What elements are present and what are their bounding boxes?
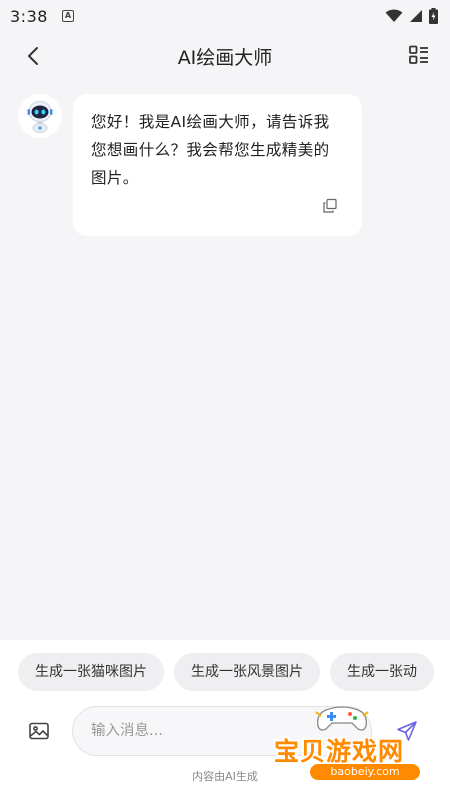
robot-icon — [18, 94, 62, 138]
wifi-icon — [385, 9, 403, 22]
suggestion-chips: 生成一张猫咪图片 生成一张风景图片 生成一张动 — [18, 653, 434, 691]
list-menu-icon — [409, 45, 428, 64]
notification-icon: A — [61, 10, 74, 22]
page-title: AI绘画大师 — [177, 46, 273, 69]
message-input[interactable] — [72, 706, 372, 756]
suggestion-chip-anime[interactable]: 生成一张动 — [330, 653, 434, 691]
assistant-avatar — [18, 94, 62, 138]
status-bar: 3:38 A — [0, 0, 450, 32]
send-button[interactable] — [396, 720, 418, 742]
message-text: 您好！我是AI绘画大师，请告诉我您想画什么？我会帮您生成精美的图片。 — [91, 113, 330, 187]
chevron-left-icon — [28, 47, 38, 65]
back-button[interactable] — [22, 44, 46, 68]
menu-button[interactable] — [408, 44, 430, 66]
suggestion-chip-cat[interactable]: 生成一张猫咪图片 — [18, 653, 164, 691]
battery-icon — [429, 8, 438, 24]
send-icon — [397, 721, 417, 741]
status-icons — [385, 8, 438, 24]
copy-button[interactable] — [322, 198, 338, 214]
composer-area: 生成一张猫咪图片 生成一张风景图片 生成一张动 内容由AI生成 — [0, 640, 450, 800]
app-header: AI绘画大师 — [0, 32, 450, 80]
signal-icon — [410, 10, 422, 22]
status-time: 3:38 — [10, 6, 48, 26]
image-upload-button[interactable] — [28, 720, 50, 742]
suggestion-chip-landscape[interactable]: 生成一张风景图片 — [174, 653, 320, 691]
copy-icon — [323, 198, 337, 213]
image-icon — [29, 722, 49, 740]
assistant-message: 您好！我是AI绘画大师，请告诉我您想画什么？我会帮您生成精美的图片。 — [73, 94, 362, 236]
ai-disclaimer: 内容由AI生成 — [192, 770, 258, 783]
